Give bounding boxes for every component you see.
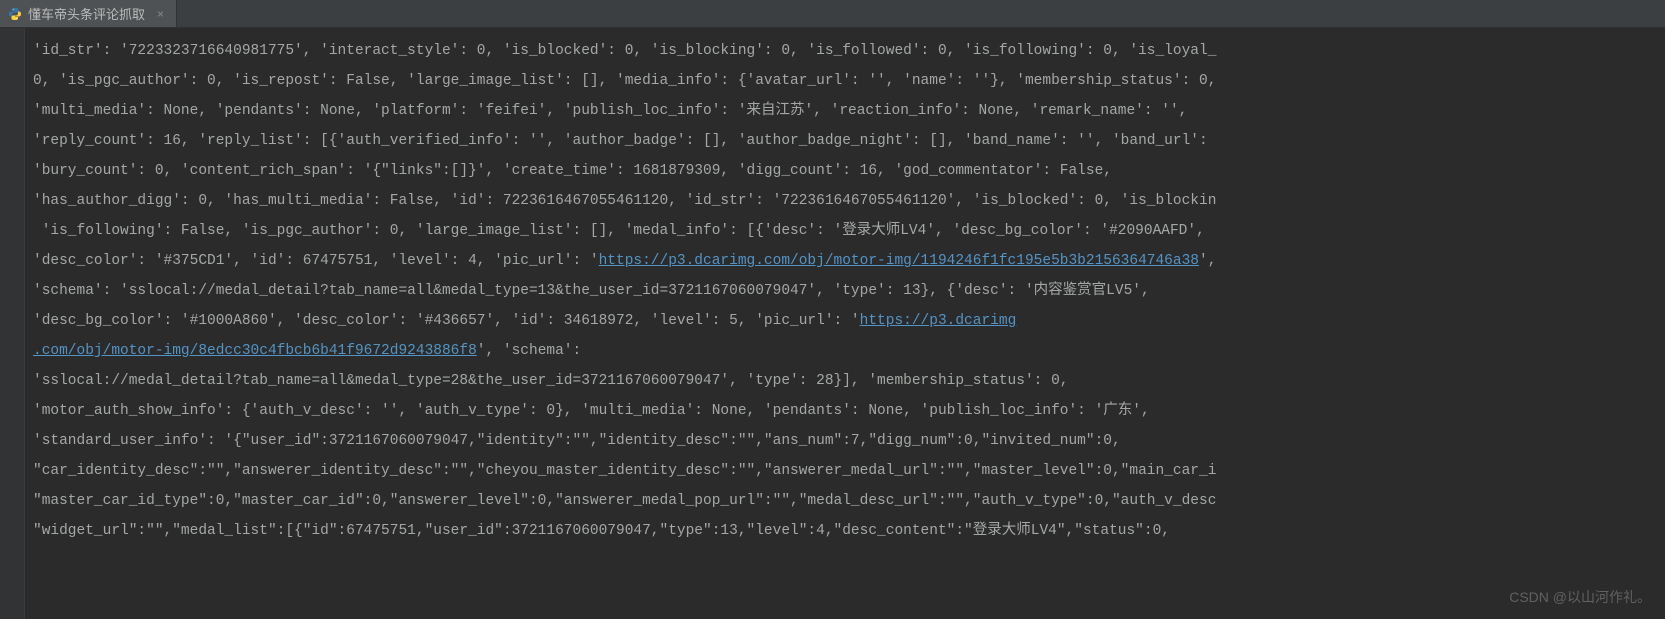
editor-gutter <box>0 28 25 619</box>
code-line: "master_car_id_type":0,"master_car_id":0… <box>33 486 1665 516</box>
tab-title: 懂车帝头条评论抓取 <box>28 4 145 23</box>
code-line: 'desc_color': '#375CD1', 'id': 67475751,… <box>33 246 1665 276</box>
code-line: 'sslocal://medal_detail?tab_name=all&med… <box>33 366 1665 396</box>
code-line: 'multi_media': None, 'pendants': None, '… <box>33 96 1665 126</box>
code-line: 'schema': 'sslocal://medal_detail?tab_na… <box>33 276 1665 306</box>
code-line: 'motor_auth_show_info': {'auth_v_desc': … <box>33 396 1665 426</box>
editor-area: 'id_str': '7223323716640981775', 'intera… <box>0 28 1665 619</box>
code-line: "car_identity_desc":"","answerer_identit… <box>33 456 1665 486</box>
code-line: 'id_str': '7223323716640981775', 'intera… <box>33 36 1665 66</box>
url-link[interactable]: .com/obj/motor-img/8edcc30c4fbcb6b41f967… <box>33 343 477 359</box>
code-line: "widget_url":"","medal_list":[{"id":6747… <box>33 516 1665 546</box>
url-link[interactable]: https://p3.dcarimg <box>860 313 1017 329</box>
code-content: 'id_str': '7223323716640981775', 'intera… <box>33 36 1665 546</box>
code-line: 0, 'is_pgc_author': 0, 'is_repost': Fals… <box>33 66 1665 96</box>
code-line: 'has_author_digg': 0, 'has_multi_media':… <box>33 186 1665 216</box>
python-file-icon <box>8 7 22 21</box>
close-tab-icon[interactable]: × <box>157 7 164 21</box>
file-tab[interactable]: 懂车帝头条评论抓取 × <box>0 0 177 27</box>
code-line: 'is_following': False, 'is_pgc_author': … <box>33 216 1665 246</box>
watermark: CSDN @以山河作礼。 <box>1509 587 1651 607</box>
url-link[interactable]: https://p3.dcarimg.com/obj/motor-img/119… <box>599 253 1199 269</box>
tab-bar: 懂车帝头条评论抓取 × <box>0 0 1665 28</box>
code-line: 'standard_user_info': '{"user_id":372116… <box>33 426 1665 456</box>
code-line: 'desc_bg_color': '#1000A860', 'desc_colo… <box>33 306 1665 336</box>
code-container[interactable]: 'id_str': '7223323716640981775', 'intera… <box>25 28 1665 619</box>
code-line: 'bury_count': 0, 'content_rich_span': '{… <box>33 156 1665 186</box>
code-line: 'reply_count': 16, 'reply_list': [{'auth… <box>33 126 1665 156</box>
code-line: .com/obj/motor-img/8edcc30c4fbcb6b41f967… <box>33 336 1665 366</box>
